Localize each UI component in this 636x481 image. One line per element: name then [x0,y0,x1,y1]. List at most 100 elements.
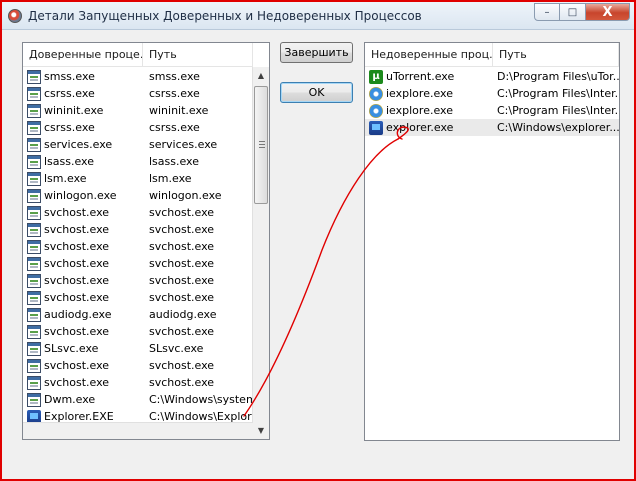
app-icon [27,273,41,288]
table-row[interactable]: svchost.exe svchost.exe [23,238,253,255]
process-name-cell: svchost.exe [23,204,145,221]
scroll-thumb[interactable] [254,86,268,204]
app-icon [27,324,41,339]
table-row[interactable]: iexplore.exe C:\Program Files\Inter... [365,102,619,119]
table-row[interactable]: svchost.exe svchost.exe [23,323,253,340]
trusted-process-list[interactable]: Доверенные проце... Путь smss.exe smss.ex… [22,42,270,440]
app-icon [27,154,41,169]
process-name-cell: iexplore.exe [365,102,493,119]
table-row[interactable]: audiodg.exe audiodg.exe [23,306,253,323]
table-row[interactable]: explorer.exe C:\Windows\explorer.... [365,119,619,136]
app-icon [27,341,41,356]
process-name-cell: Dwm.exe [23,391,145,408]
untrusted-process-list[interactable]: Недоверенные проц... Путь µ uTorrent.exe D… [364,42,620,441]
trusted-horizontal-scrollbar[interactable] [23,422,253,439]
table-row[interactable]: svchost.exe svchost.exe [23,272,253,289]
process-name-cell: svchost.exe [23,323,145,340]
table-row[interactable]: iexplore.exe C:\Program Files\Inter... [365,85,619,102]
process-name-cell: lsm.exe [23,170,145,187]
process-path: svchost.exe [149,359,215,372]
process-path: svchost.exe [149,206,215,219]
title-bar[interactable]: Детали Запущенных Доверенных и Недоверен… [2,2,634,30]
table-row[interactable]: Dwm.exe C:\Windows\system. [23,391,253,408]
process-name: lsm.exe [44,172,87,185]
process-name-cell: svchost.exe [23,221,145,238]
app-icon [27,239,41,254]
app-icon [27,171,41,186]
table-row[interactable]: services.exe services.exe [23,136,253,153]
process-name: svchost.exe [44,206,110,219]
explorer-icon [369,120,383,135]
app-icon [27,188,41,203]
table-row[interactable]: svchost.exe svchost.exe [23,204,253,221]
process-name-cell: SLsvc.exe [23,340,145,357]
table-row[interactable]: svchost.exe svchost.exe [23,357,253,374]
ok-button[interactable]: OK [280,82,353,103]
process-name-cell: svchost.exe [23,255,145,272]
process-path: svchost.exe [149,257,215,270]
process-name-cell: services.exe [23,136,145,153]
app-icon [27,222,41,237]
table-row[interactable]: µ uTorrent.exe D:\Program Files\uTor... [365,68,619,85]
table-row[interactable]: smss.exe smss.exe [23,68,253,85]
process-name: svchost.exe [44,223,110,236]
process-path: C:\Windows\system. [149,393,253,406]
close-button[interactable]: X [586,3,630,21]
process-path: D:\Program Files\uTor... [497,70,619,83]
table-row[interactable]: SLsvc.exe SLsvc.exe [23,340,253,357]
table-row[interactable]: lsass.exe lsass.exe [23,153,253,170]
process-name-cell: svchost.exe [23,374,145,391]
table-row[interactable]: svchost.exe svchost.exe [23,221,253,238]
process-path: svchost.exe [149,223,215,236]
process-name-cell: svchost.exe [23,238,145,255]
process-name: iexplore.exe [386,104,453,117]
scroll-down-icon[interactable]: ▼ [253,422,269,439]
table-row[interactable]: csrss.exe csrss.exe [23,119,253,136]
maximize-button[interactable]: □ [560,3,586,21]
end-process-button[interactable]: Завершить [280,42,353,63]
process-name: svchost.exe [44,376,110,389]
process-path: csrss.exe [149,87,200,100]
process-name: wininit.exe [44,104,104,117]
app-icon [27,290,41,305]
app-icon [27,307,41,322]
table-row[interactable]: svchost.exe svchost.exe [23,374,253,391]
window-title: Детали Запущенных Доверенных и Недоверен… [28,9,422,23]
process-name: services.exe [44,138,113,151]
process-name: csrss.exe [44,87,95,100]
trusted-column-path[interactable]: Путь [143,43,253,67]
trusted-column-name[interactable]: Доверенные проце... [23,43,143,67]
process-path: lsass.exe [149,155,199,168]
process-name: Dwm.exe [44,393,96,406]
process-path: svchost.exe [149,291,215,304]
process-name-cell: svchost.exe [23,357,145,374]
process-name-cell: svchost.exe [23,289,145,306]
process-name-cell: lsass.exe [23,153,145,170]
process-path: svchost.exe [149,240,215,253]
table-row[interactable]: csrss.exe csrss.exe [23,85,253,102]
scroll-up-icon[interactable]: ▲ [253,67,269,84]
app-icon [27,375,41,390]
untrusted-list-header: Недоверенные проц... Путь [365,43,619,67]
trusted-vertical-scrollbar[interactable]: ▲ ▼ [252,67,269,439]
process-name-cell: smss.exe [23,68,145,85]
ie-icon [369,103,383,118]
app-icon [27,120,41,135]
trusted-rows: smss.exe smss.exe csrss.exe csrss.exe winini… [23,68,253,439]
app-icon [27,69,41,84]
process-name: smss.exe [44,70,95,83]
process-path: services.exe [149,138,218,151]
process-name: svchost.exe [44,240,110,253]
table-row[interactable]: lsm.exe lsm.exe [23,170,253,187]
untrusted-column-name[interactable]: Недоверенные проц... [365,43,493,67]
minimize-button[interactable]: – [534,3,560,21]
table-row[interactable]: svchost.exe svchost.exe [23,255,253,272]
table-row[interactable]: wininit.exe wininit.exe [23,102,253,119]
untrusted-column-path[interactable]: Путь [493,43,619,67]
process-path: C:\Program Files\Inter... [497,104,619,117]
window-controls: – □ X [534,3,630,21]
table-row[interactable]: winlogon.exe winlogon.exe [23,187,253,204]
process-name-cell: wininit.exe [23,102,145,119]
app-icon [27,256,41,271]
table-row[interactable]: svchost.exe svchost.exe [23,289,253,306]
